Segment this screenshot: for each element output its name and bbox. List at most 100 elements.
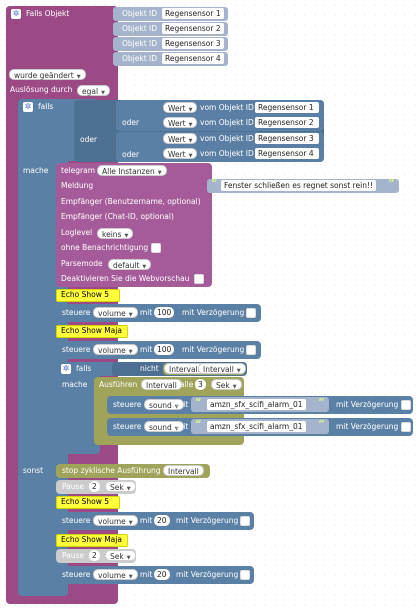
trigger-by-dropdown[interactable]: egal ▼ [77, 85, 110, 96]
pause-label: Pause [62, 551, 85, 560]
objekt-id-value[interactable]: Regensensor 2 [162, 23, 224, 34]
prop-dropdown[interactable]: Wert ▼ [163, 133, 198, 144]
parsemode-dropdown[interactable]: default ▼ [108, 259, 152, 270]
pause-value[interactable]: 2 [89, 481, 100, 492]
open-quote-icon: “ [211, 178, 218, 189]
trigger-by-label: Auslösung durch [10, 85, 73, 94]
control-prop-dropdown[interactable]: volume ▼ [93, 569, 138, 580]
object-id-value[interactable]: Regensensor 2 [255, 117, 319, 128]
echo-show-maja-text: Echo Show Maja [61, 326, 122, 335]
prop-value: Wert [168, 150, 186, 159]
with-label: mit [140, 516, 153, 525]
object-id-value[interactable]: Regensensor 3 [255, 133, 319, 144]
close-quote-icon: ” [318, 419, 325, 430]
unit-dropdown[interactable]: Sek ▼ [211, 379, 242, 390]
instance-value: Alle Instanzen [102, 167, 155, 176]
delay-label: mit Verzögerung [176, 516, 239, 525]
if-label: falls [38, 102, 54, 111]
with-label: mit [140, 570, 153, 579]
volume-value[interactable]: 20 [154, 515, 170, 526]
chevron-down-icon: ▼ [128, 312, 133, 318]
loglevel-dropdown[interactable]: keins ▼ [97, 228, 134, 239]
pause-unit-dropdown[interactable]: Sek ▼ [105, 550, 136, 561]
control-label: steuere [62, 516, 91, 525]
chevron-down-icon: ▼ [128, 349, 133, 355]
change-mode-dropdown[interactable]: wurde geändert ▼ [9, 69, 86, 80]
or-label: oder [122, 150, 140, 159]
open-quote-icon: “ [195, 397, 202, 408]
objekt-id-label: Objekt ID [122, 24, 158, 33]
pause-value[interactable]: 2 [89, 550, 100, 561]
instance-dropdown[interactable]: Alle Instanzen ▼ [97, 165, 167, 176]
volume-value[interactable]: 100 [154, 307, 175, 318]
prop-dropdown[interactable]: Wert ▼ [163, 102, 198, 113]
delay-checkbox[interactable] [240, 516, 250, 526]
delay-label: mit Verzögerung [182, 308, 245, 317]
chat-id-label: Empfänger (Chat-ID, optional) [61, 212, 174, 221]
chevron-down-icon: ▼ [101, 90, 105, 96]
gear-icon[interactable]: ✲ [11, 9, 21, 19]
pause-unit-value: Sek [110, 552, 124, 561]
exec-name-field[interactable]: Intervall [141, 379, 182, 390]
else-label: sonst [23, 466, 44, 475]
echo-show-maja-text: Echo Show Maja [61, 535, 122, 544]
every-label: alle [180, 380, 194, 389]
volume-value[interactable]: 100 [154, 344, 175, 355]
control-prop-dropdown[interactable]: volume ▼ [93, 307, 138, 318]
objekt-id-value[interactable]: Regensensor 1 [162, 8, 224, 19]
parsemode-label: Parsemode [61, 259, 103, 268]
control-label: steuere [113, 422, 142, 431]
interval-dropdown[interactable]: Intervall ▼ [198, 363, 246, 374]
gear-icon[interactable]: ✲ [23, 102, 33, 112]
stop-label: stop zyklische Ausführung [62, 466, 161, 475]
loglevel-value: keins [102, 230, 122, 239]
delay-label: mit Verzögerung [176, 570, 239, 579]
control-prop-dropdown[interactable]: volume ▼ [93, 515, 138, 526]
delay-checkbox[interactable] [240, 570, 250, 580]
prop-dropdown[interactable]: Wert ▼ [163, 148, 198, 159]
delay-checkbox[interactable] [401, 422, 411, 432]
sound-value[interactable]: amzn_sfx_scifi_alarm_01 [207, 399, 306, 410]
chevron-down-icon: ▼ [188, 122, 193, 128]
control-label: steuere [62, 308, 91, 317]
silent-label: ohne Benachrichtigung [61, 243, 149, 252]
exec-label: Ausführen [99, 380, 138, 389]
control-prop-value: volume [98, 309, 126, 318]
pause-unit-dropdown[interactable]: Sek ▼ [105, 481, 136, 492]
control-prop-dropdown[interactable]: volume ▼ [93, 344, 138, 355]
message-label: Meldung [61, 181, 94, 190]
stop-interval-field[interactable]: Intervall [163, 465, 204, 476]
object-id-value[interactable]: Regensensor 4 [255, 148, 319, 159]
object-id-value[interactable]: Regensensor 1 [255, 102, 319, 113]
pause-unit-value: Sek [110, 483, 124, 492]
prop-value: Wert [168, 119, 186, 128]
control-label: steuere [62, 570, 91, 579]
prop-dropdown[interactable]: Wert ▼ [163, 117, 198, 128]
chevron-down-icon: ▼ [157, 170, 162, 176]
parsemode-value: default [113, 261, 140, 270]
recipient-label: Empfänger (Benutzername, optional) [61, 197, 201, 206]
objekt-id-value[interactable]: Regensensor 3 [162, 38, 224, 49]
chevron-down-icon: ▼ [128, 520, 133, 526]
control-prop-value: sound [149, 401, 172, 410]
prop-value: Wert [168, 104, 186, 113]
delay-checkbox[interactable] [401, 400, 411, 410]
or-label: oder [80, 135, 98, 144]
of-object-label: vom Objekt ID [200, 134, 254, 143]
count-value[interactable]: 3 [195, 379, 206, 390]
volume-value[interactable]: 20 [154, 569, 170, 580]
telegram-title: telegram [61, 166, 95, 175]
not-label: nicht [140, 364, 159, 373]
preview-checkbox[interactable] [194, 274, 204, 284]
chevron-down-icon: ▼ [126, 486, 131, 492]
silent-checkbox[interactable] [151, 243, 161, 253]
objekt-id-value[interactable]: Regensensor 4 [162, 53, 224, 64]
sound-value[interactable]: amzn_sfx_scifi_alarm_01 [207, 421, 306, 432]
delay-checkbox[interactable] [246, 345, 256, 355]
message-value[interactable]: Fenster schließen es regnet sonst rein!! [221, 180, 377, 191]
delay-label: mit Verzögerung [336, 400, 399, 409]
echo-show-5-text: Echo Show 5 [61, 497, 109, 506]
delay-checkbox[interactable] [246, 308, 256, 318]
objekt-id-label: Objekt ID [122, 39, 158, 48]
gear-icon[interactable]: ✲ [61, 364, 71, 374]
